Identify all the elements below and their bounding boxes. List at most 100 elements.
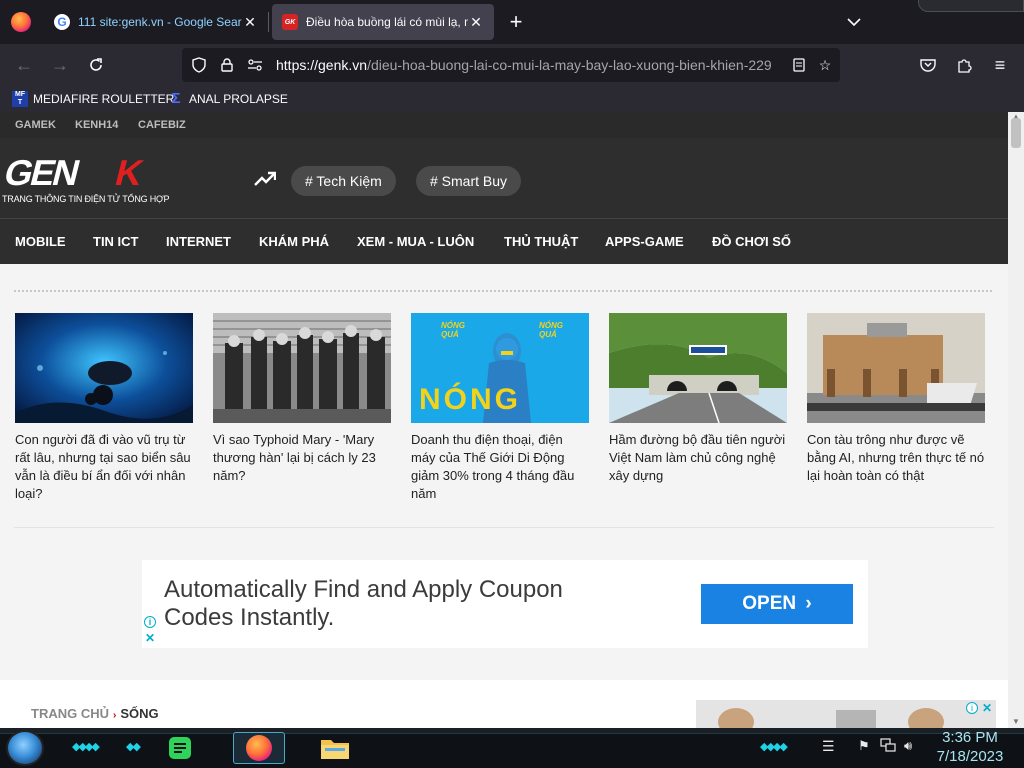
tab-divider [268,12,269,32]
link-gamek[interactable]: GAMEK [15,119,56,131]
reload-icon[interactable] [84,53,108,77]
taskbar-decoration-icon: ◆◆◆◆ [72,741,100,753]
firefox-view-icon[interactable] [11,12,31,32]
back-arrow-icon[interactable]: ← [12,53,36,77]
permissions-icon[interactable] [244,54,266,76]
article-title[interactable]: Vì sao Typhoid Mary - 'Mary thương hàn' … [213,431,391,485]
url-text[interactable]: https://genk.vn/dieu-hoa-buong-lai-co-mu… [276,57,788,73]
clock-time: 3:36 PM [942,729,998,746]
url-host: https://genk.vn [276,57,368,73]
tracking-protection-shield-icon[interactable] [188,54,210,76]
ad-text: Automatically Find and Apply Coupon Code… [164,576,563,631]
article-title[interactable]: Doanh thu điện thoại, điện máy của Thế G… [411,431,589,503]
scrollbar-thumb[interactable] [1011,118,1021,148]
image-text-nong-qua-small-right: NÓNG QUÁ [539,321,563,339]
bookmark-label: MEDIAFIRE ROULETTER [33,92,175,106]
bookmark-star-icon[interactable]: ☆ [814,54,836,76]
taskbar-decoration-icon: ◆◆◆◆ [760,741,788,753]
article-title[interactable]: Hầm đường bộ đầu tiên người Việt Nam làm… [609,431,787,485]
taskbar-accent-strip [0,728,1024,734]
bookmark-label: ANAL PROLAPSE [189,92,288,106]
article-thumbnail-ship[interactable] [807,313,985,423]
site-header: GEN K TRANG THÔNG TIN ĐIỆN TỬ TỔNG HỢP #… [0,138,1008,218]
breadcrumb-arrow-icon: › [113,710,117,721]
hashtag-smart-buy[interactable]: # Smart Buy [416,166,522,196]
ad-open-label: OPEN [742,593,797,614]
close-tab-icon[interactable]: ✕ [468,14,484,31]
network-icon[interactable] [880,738,896,755]
article-card[interactable]: Vì sao Typhoid Mary - 'Mary thương hàn' … [213,313,391,485]
nav-do-choi-so[interactable]: ĐỒ CHƠI SỐ [712,234,791,249]
action-center-flag-icon[interactable]: ⚑ [858,738,870,754]
url-path: /dieu-hoa-buong-lai-co-mui-la-may-bay-la… [367,57,772,73]
forward-arrow-icon[interactable]: → [48,53,72,77]
pocket-icon[interactable] [916,53,940,77]
start-orb-icon[interactable] [6,730,44,766]
list-all-tabs-chevron-icon[interactable] [842,10,866,34]
breadcrumb-home[interactable]: TRANG CHỦ [31,706,109,721]
nav-mobile[interactable]: MOBILE [15,234,66,249]
nav-internet[interactable]: INTERNET [166,234,231,249]
chevron-right-icon: › [805,593,812,614]
nav-thu-thuat[interactable]: THỦ THUẬT [504,234,578,249]
volume-icon[interactable]: 🔊︎ [904,738,912,754]
tab-bar: G 111 site:genk.vn - Google Search ✕ GK … [0,0,1024,44]
article-title[interactable]: Con tàu trông như được vẽ bằng AI, nhưng… [807,431,985,485]
link-kenh14[interactable]: KENH14 [75,119,118,131]
genk-logo[interactable]: GEN K [0,153,180,193]
svg-text:GEN: GEN [0,154,82,190]
clock-date: 7/18/2023 [936,748,1004,765]
nav-tin-ict[interactable]: TIN ICT [93,234,139,249]
taskbar-firefox-icon[interactable] [233,732,285,764]
bookmark-mediafire[interactable]: MF T MEDIAFIRE ROULETTER [12,89,174,109]
ad-close-icon[interactable]: ✕ [145,631,155,645]
nav-apps-game[interactable]: APPS-GAME [605,234,684,249]
close-tab-icon[interactable]: ✕ [242,14,258,31]
ad-open-button[interactable]: OPEN › [701,584,853,624]
nav-kham-pha[interactable]: KHÁM PHÁ [259,234,329,249]
article-card[interactable]: Con tàu trông như được vẽ bằng AI, nhưng… [807,313,985,485]
tab-title: 111 site:genk.vn - Google Search [78,15,242,29]
article-thumbnail-tunnel[interactable] [609,313,787,423]
svg-text:K: K [111,154,148,190]
link-cafebiz[interactable]: CAFEBIZ [138,119,186,131]
article-card[interactable]: NÓNG QUÁ NÓNG QUÁ NÓNG QUÁ Doanh thu điệ… [411,313,589,503]
site-tagline: TRANG THÔNG TIN ĐIỆN TỬ TỔNG HỢP [2,194,170,204]
tab-title: Điều hòa buồng lái có mùi lạ, máy bay la… [306,15,468,29]
url-bar[interactable]: https://genk.vn/dieu-hoa-buong-lai-co-mu… [182,48,840,82]
system-clock[interactable]: 3:36 PM 7/18/2023 [930,728,1010,766]
taskbar: ◆◆◆◆ ◆◆ ◆◆◆◆ ☰ ⚑ 🔊︎ 3:36 PM 7/18/2023 [0,728,1024,768]
network-links-strip: GAMEK KENH14 CAFEBIZ [0,112,1008,138]
show-desktop-lines-icon[interactable]: ☰ [822,738,835,755]
side-ad-info-icon[interactable]: i [966,702,978,714]
article-thumbnail-typhoid-mary[interactable] [213,313,391,423]
mediafire-icon: MF T [12,91,28,107]
article-card[interactable]: Con người đã đi vào vũ trụ từ rất lâu, n… [15,313,193,503]
extensions-puzzle-icon[interactable] [952,53,976,77]
reader-view-icon[interactable] [788,54,810,76]
coupon-ad-banner[interactable]: Automatically Find and Apply Coupon Code… [142,560,868,648]
google-favicon-icon: G [54,14,70,30]
nav-xem-mua-luon[interactable]: XEM - MUA - LUÔN [357,234,474,249]
hashtag-tech-kiem[interactable]: # Tech Kiệm [291,166,396,196]
hamburger-menu-icon[interactable]: ≡ [988,53,1012,77]
tab-google-search[interactable]: G 111 site:genk.vn - Google Search ✕ [44,4,268,40]
tab-genk-article[interactable]: GK Điều hòa buồng lái có mùi lạ, máy bay… [272,4,494,40]
scroll-down-arrow-icon[interactable]: ▼ [1012,717,1020,726]
ad-info-icon[interactable]: i [144,616,156,628]
bookmark-anal-prolapse[interactable]: Σ ANAL PROLAPSE [168,89,288,109]
breadcrumb-current[interactable]: SỐNG [120,706,158,721]
side-ad-banner[interactable]: i ✕ [696,700,996,728]
new-tab-button[interactable]: + [504,8,528,36]
side-ad-close-icon[interactable]: ✕ [982,701,992,715]
article-thumbnail-nong-qua[interactable]: NÓNG QUÁ NÓNG QUÁ NÓNG QUÁ [411,313,589,423]
article-title[interactable]: Con người đã đi vào vũ trụ từ rất lâu, n… [15,431,193,503]
image-text-nong-qua-small-left: NÓNG QUÁ [441,321,465,339]
lock-icon[interactable] [216,54,238,76]
taskbar-notes-app-icon[interactable] [163,732,197,764]
article-card[interactable]: Hầm đường bộ đầu tiên người Việt Nam làm… [609,313,787,485]
article-thumbnail-deep-sea[interactable] [15,313,193,423]
page-scrollbar[interactable]: ▲ ▼ [1008,112,1024,728]
trending-icon [254,171,277,187]
taskbar-file-explorer-icon[interactable] [318,732,352,764]
